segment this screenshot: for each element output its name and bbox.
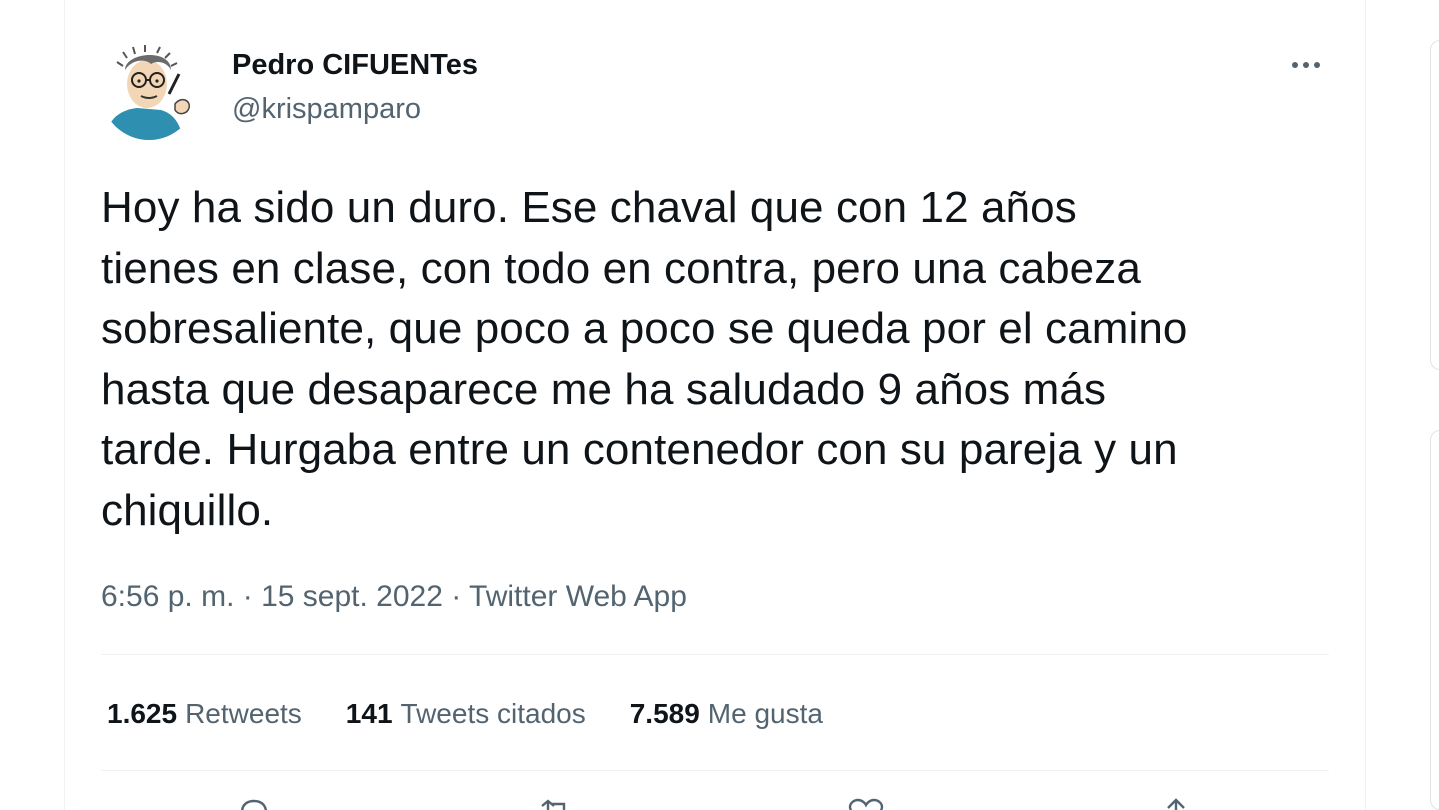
more-horizontal-icon [1303,62,1309,68]
tweet-date[interactable]: 15 sept. 2022 [261,580,443,613]
retweets-count: 1.625 [107,698,178,729]
share-icon[interactable] [1156,798,1196,810]
quote-tweets-count: 141 [345,698,393,729]
retweet-icon[interactable] [536,798,576,810]
likes-stat[interactable]: 7.589 Me gusta [630,696,823,732]
tweet-time[interactable]: 6:56 p. m. [101,580,234,613]
tweet-metadata: 6:56 p. m. · 15 sept. 2022 · Twitter Web… [101,578,687,616]
more-horizontal-icon [1314,62,1320,68]
retweets-stat[interactable]: 1.625 Retweets [107,696,302,732]
more-horizontal-icon [1292,62,1298,68]
tweet-text: Hoy ha sido un duro. Ese chaval que con … [101,183,1188,535]
more-options-button[interactable] [1284,48,1328,82]
heart-icon[interactable] [846,798,886,810]
quote-tweets-stat[interactable]: 141 Tweets citados [346,696,586,732]
sidebar-panel-edge [1430,40,1439,370]
retweets-label: Retweets [185,698,302,729]
meta-separator: · [442,580,470,613]
user-handle[interactable]: @krispamparo [232,92,421,126]
likes-label: Me gusta [707,698,823,729]
sidebar-panel-edge [1430,430,1439,810]
avatar[interactable] [101,44,197,140]
meta-separator: · [234,580,262,613]
tweet-source[interactable]: Twitter Web App [469,580,687,613]
tweet-stats: 1.625 Retweets 141 Tweets citados 7.589 Me … [107,696,867,732]
page: Pedro CIFUENTes @krispamparo Hoy ha sido… [0,0,1439,810]
likes-count: 7.589 [629,698,700,729]
display-name[interactable]: Pedro CIFUENTes [232,48,478,82]
reply-icon[interactable] [234,798,274,810]
divider [101,654,1329,655]
quote-tweets-label: Tweets citados [400,698,586,729]
divider [101,770,1329,771]
